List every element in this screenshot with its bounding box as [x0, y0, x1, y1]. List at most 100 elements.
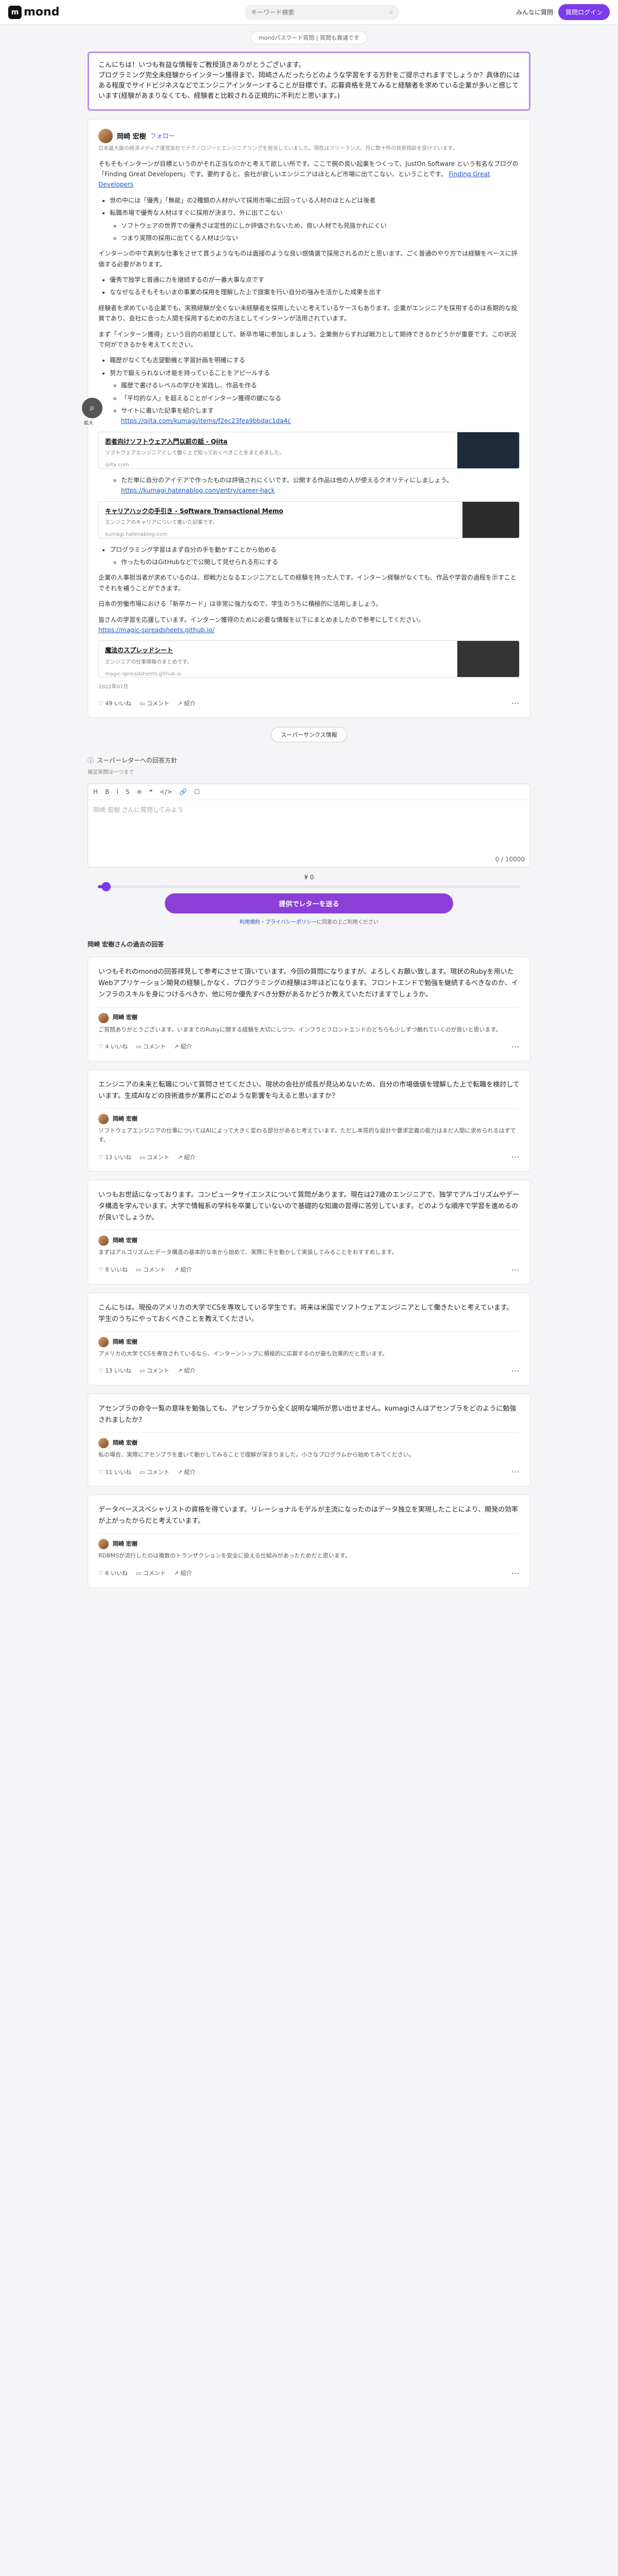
bold-tool-icon[interactable]: B: [105, 788, 109, 795]
search-box[interactable]: ⌕: [245, 4, 400, 20]
share-button[interactable]: ↗ 紹介: [174, 1569, 192, 1577]
reply-author[interactable]: 岡崎 宏樹: [113, 1236, 138, 1245]
submit-letter-button[interactable]: 提供でレターを送る: [165, 893, 453, 914]
comment-button[interactable]: ▭ コメント: [136, 1569, 166, 1577]
comment-button[interactable]: ▭ コメント: [140, 1153, 169, 1161]
more-options-icon[interactable]: ⋯: [511, 1568, 520, 1578]
like-button[interactable]: ♡ 8 いいね: [98, 1265, 128, 1274]
author-name[interactable]: 岡崎 宏樹: [117, 131, 146, 141]
past-question: エンジニアの未来と転職について質問させてください。現状の会社が成長が見込めないた…: [98, 1080, 520, 1100]
share-button[interactable]: ↗ 紹介: [178, 1366, 196, 1375]
past-actions: ♡ 8 いいね ▭ コメント ↗ 紹介 ⋯: [98, 1265, 520, 1275]
avatar[interactable]: [98, 1539, 109, 1550]
link-card-title[interactable]: キャリアハックの手引き - Software Transactional Mem…: [105, 506, 456, 516]
link-card-spreadsheet[interactable]: 魔法のスプレッドシート エンジニアの仕事情報のまとめです。 magic-spre…: [98, 640, 520, 678]
zoom-label: 拡大: [84, 420, 94, 426]
past-answer-card[interactable]: アセンブラの命令一覧の意味を勉強しても、アセンブラから全く説明な場所が思い出せま…: [88, 1393, 530, 1487]
like-button[interactable]: ♡ 13 いいね: [98, 1153, 131, 1161]
link-card-qiita[interactable]: 若者向けソフトウェア入門以前の話 - Qiita ソフトウェアエンジニアとして働…: [98, 431, 520, 469]
terms-link[interactable]: 利用規約・プライバシーポリシー: [239, 920, 317, 925]
reply-author[interactable]: 岡崎 宏樹: [113, 1539, 138, 1549]
past-answer-card[interactable]: データベーススペシャリストの資格を得ています。リレーショナルモデルが主流になった…: [88, 1495, 530, 1588]
reply-author[interactable]: 岡崎 宏樹: [113, 1013, 138, 1022]
like-button[interactable]: ♡ 6 いいね: [98, 1569, 128, 1577]
link-card-hatena[interactable]: キャリアハックの手引き - Software Transactional Mem…: [98, 501, 520, 538]
past-reply: 岡崎 宏樹 アメリカの大学でCSを専攻されているなら、インターンシップに積極的に…: [98, 1331, 520, 1359]
tip-slider[interactable]: [98, 882, 520, 892]
avatar[interactable]: [98, 1012, 109, 1023]
top-actions: みんなに質問 質問ログイン: [516, 4, 610, 20]
like-button[interactable]: ♡ 4 いいね: [98, 1042, 128, 1050]
letter-textarea[interactable]: 岡崎 宏樹 さんに質問してみよう 0 / 10000: [88, 800, 530, 867]
past-question: こんにちは。現役のアメリカの大学でCSを専攻している学生です。将来は米国でソフト…: [98, 1303, 513, 1323]
comment-button[interactable]: ▭ コメント: [136, 1042, 166, 1050]
link-card-host: magic-spreadsheets.github.io: [105, 671, 182, 677]
link-card-title[interactable]: 魔法のスプレッドシート: [105, 645, 451, 655]
answer-paragraph: 皆さんの学習を応援しています。インターン獲得のために必要な情報を以下にまとめまし…: [98, 616, 425, 634]
past-reply: 岡崎 宏樹 私の場合、実際にアセンブラを書いて動かしてみることで理解が深まりまし…: [98, 1432, 520, 1460]
avatar[interactable]: [98, 128, 113, 143]
past-answer-card[interactable]: エンジニアの未来と転職について質問させてください。現状の会社が成長が見込めないた…: [88, 1069, 530, 1172]
answer-body: そもそもインターンが目標というのがそれ正当なのかと考えて欲しい所です。ここで腕の…: [98, 159, 520, 691]
breadcrumb-pill[interactable]: mondパスワード質問 | 質問も異議です: [250, 31, 368, 44]
past-answer-card[interactable]: いつもお世話になっております。コンピュータサイエンスについて質問があります。現在…: [88, 1180, 530, 1284]
more-options-icon[interactable]: ⋯: [511, 698, 520, 708]
code-tool-icon[interactable]: </>: [160, 788, 172, 795]
past-answers-title: 岡崎 宏樹さんの過去の回答: [88, 941, 164, 948]
comment-button[interactable]: ▭ コメント: [140, 1468, 169, 1476]
link-tool-icon[interactable]: 🔗: [179, 788, 187, 795]
avatar[interactable]: [98, 1438, 109, 1449]
past-question: いつもそれのmondの回答拝見して参考にさせて頂いています。今回の質問になります…: [98, 968, 518, 999]
past-answer-card[interactable]: こんにちは。現役のアメリカの大学でCSを専攻している学生です。将来は米国でソフト…: [88, 1292, 530, 1385]
reply-text: ご質問ありがとうございます。いままでのRubyに関する経験を大切にしつつ、インフ…: [98, 1026, 502, 1033]
follow-button[interactable]: フォロー: [150, 131, 175, 140]
reply-text: まずはアルゴリズムとデータ構造の基本的な本から始めて、実際に手を動かして実装して…: [98, 1249, 398, 1256]
avatar[interactable]: [98, 1113, 109, 1124]
reply-author[interactable]: 岡崎 宏樹: [113, 1337, 138, 1347]
image-tool-icon[interactable]: ☐: [194, 788, 200, 795]
qiita-link[interactable]: https://qiita.com/kumagi/items/f2ec23fea…: [121, 417, 291, 425]
super-thanks-button[interactable]: スーパーサンクス情報: [271, 727, 347, 743]
share-button[interactable]: ↗ 紹介: [178, 699, 196, 707]
avatar[interactable]: [98, 1336, 109, 1347]
more-options-icon[interactable]: ⋯: [511, 1152, 520, 1162]
past-answers-list: いつもそれのmondの回答拝見して参考にさせて頂いています。今回の質問になります…: [88, 957, 530, 1588]
comment-button[interactable]: ▭ コメント: [136, 1265, 166, 1274]
reply-author[interactable]: 岡崎 宏樹: [113, 1438, 138, 1448]
past-answer-card[interactable]: いつもそれのmondの回答拝見して参考にさせて頂いています。今回の質問になります…: [88, 957, 530, 1061]
comment-button[interactable]: ▭ コメント: [140, 699, 169, 707]
comment-button[interactable]: ▭ コメント: [140, 1366, 169, 1375]
more-options-icon[interactable]: ⋯: [511, 1265, 520, 1275]
strike-tool-icon[interactable]: S: [126, 788, 130, 795]
letter-editor: H B I S ≡ ❝ </> 🔗 ☐ 岡崎 宏樹 さんに質問してみよう 0 /…: [88, 784, 530, 868]
slider-knob[interactable]: [101, 882, 111, 892]
answer-paragraph: 日本の労働市場における「新卒カード」は非常に強力なので、学生のうちに積極的に活用…: [98, 600, 382, 608]
quote-tool-icon[interactable]: ❝: [149, 788, 152, 795]
share-button[interactable]: ↗ 紹介: [174, 1265, 192, 1274]
heading-tool-icon[interactable]: H: [93, 788, 98, 795]
reply-author[interactable]: 岡崎 宏樹: [113, 1114, 138, 1124]
link-card-thumbnail: [462, 501, 519, 538]
like-button[interactable]: ♡ 49 いいね: [98, 699, 131, 707]
share-button[interactable]: ↗ 紹介: [178, 1468, 196, 1476]
like-button[interactable]: ♡ 11 いいね: [98, 1468, 131, 1476]
author-bio: 日本最大級の経済メディア運営会社でテクノロジーとエンジニアリングを担当していまし…: [98, 145, 458, 151]
brand-logo[interactable]: m mond: [8, 5, 59, 19]
list-tool-icon[interactable]: ≡: [136, 788, 142, 795]
spreadsheet-link[interactable]: https://magic-spreadsheets.github.io/: [98, 626, 214, 634]
login-button[interactable]: 質問ログイン: [558, 4, 610, 20]
like-button[interactable]: ♡ 13 いいね: [98, 1366, 131, 1375]
more-options-icon[interactable]: ⋯: [511, 1467, 520, 1477]
italic-tool-icon[interactable]: I: [116, 788, 118, 795]
link-card-title[interactable]: 若者向けソフトウェア入門以前の話 - Qiita: [105, 436, 451, 447]
hatena-link[interactable]: https://kumagi.hatenablog.com/entry/care…: [121, 487, 275, 494]
search-icon[interactable]: ⌕: [390, 8, 393, 16]
share-button[interactable]: ↗ 紹介: [174, 1042, 192, 1050]
ask-everyone-button[interactable]: みんなに質問: [516, 8, 553, 16]
search-input[interactable]: [251, 8, 390, 16]
more-options-icon[interactable]: ⋯: [511, 1366, 520, 1376]
zoom-icon[interactable]: ⌕: [82, 397, 102, 418]
avatar[interactable]: [98, 1235, 109, 1246]
share-button[interactable]: ↗ 紹介: [178, 1153, 196, 1161]
more-options-icon[interactable]: ⋯: [511, 1042, 520, 1052]
